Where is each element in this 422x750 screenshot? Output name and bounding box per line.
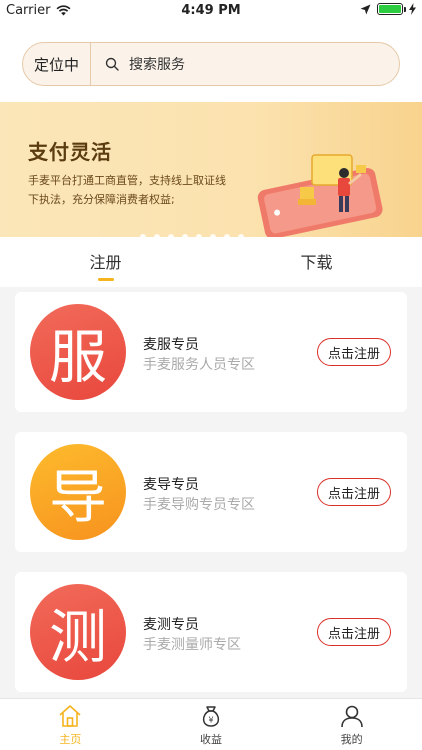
tab-earnings-label: 收益 (200, 733, 222, 746)
tab-register[interactable]: 注册 (0, 237, 211, 287)
banner-text-line1: 手麦平台打通工商直管，支持线上取证线 (28, 174, 226, 187)
register-button[interactable]: 点击注册 (317, 478, 391, 506)
home-icon (59, 705, 81, 727)
promo-banner[interactable]: 支付灵活 手麦平台打通工商直管，支持线上取证线 下执法，充分保障消费者权益; (0, 102, 422, 237)
tab-profile[interactable]: 我的 (281, 699, 422, 750)
status-bar: Carrier 4:49 PM (0, 0, 422, 22)
location-button[interactable]: 定位中 (23, 43, 91, 85)
money-bag-icon: ¥ (202, 706, 220, 727)
tab-earnings[interactable]: ¥ 收益 (141, 699, 282, 750)
bottom-tab-bar: 主页 ¥ 收益 我的 (0, 698, 422, 750)
phone-payment-illustration (257, 154, 383, 237)
location-arrow-icon (360, 4, 371, 14)
service-badge-icon: 服 (30, 304, 126, 400)
register-button[interactable]: 点击注册 (317, 618, 391, 646)
user-icon (340, 705, 363, 728)
charging-bolt-icon (409, 3, 416, 15)
tab-bar-top: 注册 下载 (0, 237, 422, 287)
list-item[interactable]: 测 麦测专员 手麦测量师专区 点击注册 (15, 572, 407, 692)
tab-home[interactable]: 主页 (0, 699, 141, 750)
card-description: 手麦服务人员专区 (143, 357, 255, 373)
header: 定位中 搜索服务 (0, 22, 422, 102)
guide-badge-icon: 导 (30, 444, 126, 540)
card-title: 麦服专员 (143, 337, 199, 353)
card-description: 手麦测量师专区 (143, 637, 241, 653)
list-item[interactable]: 导 麦导专员 手麦导购专员专区 点击注册 (15, 432, 407, 552)
tab-home-label: 主页 (59, 733, 82, 746)
tab-profile-label: 我的 (340, 733, 363, 746)
search-bar: 定位中 搜索服务 (22, 42, 400, 86)
svg-text:¥: ¥ (208, 716, 213, 725)
search-input[interactable]: 搜索服务 (129, 54, 185, 74)
measure-badge-icon: 测 (30, 584, 126, 680)
status-time: 4:49 PM (181, 3, 241, 18)
status-right (360, 3, 416, 15)
tab-download[interactable]: 下载 (211, 237, 422, 287)
search-icon (105, 57, 119, 71)
card-title: 麦导专员 (143, 477, 199, 493)
role-list: 服 麦服专员 手麦服务人员专区 点击注册 导 麦导专员 手麦导购专员专区 点击注… (15, 292, 407, 712)
card-description: 手麦导购专员专区 (143, 497, 255, 513)
register-button[interactable]: 点击注册 (317, 338, 391, 366)
list-item[interactable]: 服 麦服专员 手麦服务人员专区 点击注册 (15, 292, 407, 412)
card-title: 麦测专员 (143, 617, 199, 633)
battery-icon (377, 3, 406, 15)
banner-title: 支付灵活 (28, 140, 112, 164)
banner-text-line2: 下执法，充分保障消费者权益; (28, 193, 175, 206)
